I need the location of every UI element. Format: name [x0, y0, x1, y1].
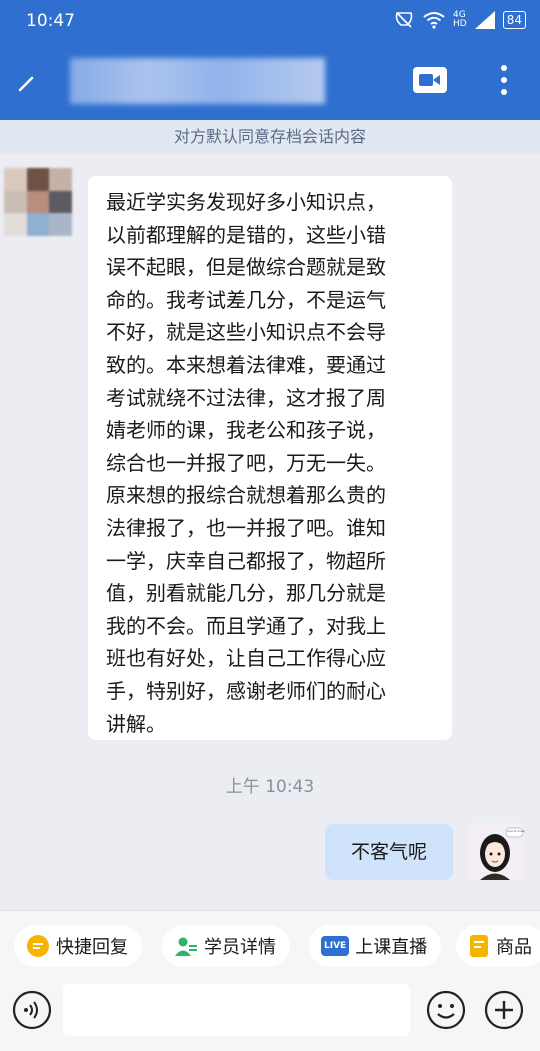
video-call-icon[interactable]: [412, 66, 448, 94]
received-message-line: 一学，庆幸自己都报了，物超所: [106, 548, 386, 573]
received-message-line: 讲解。: [106, 711, 166, 736]
products-button[interactable]: 商品: [456, 925, 540, 967]
plus-icon[interactable]: [484, 990, 524, 1030]
received-message-bubble[interactable]: 最近学实务发现好多小知识点， 以前都理解的是错的，这些小错 误不起眼，但是做综合题就…: [88, 176, 452, 740]
quick-reply-label: 快捷回复: [56, 937, 128, 958]
received-message-line: 原来想的报综合就想着那么贵的: [106, 483, 386, 508]
received-message-line: 命的。我考试差几分，不是运气: [106, 287, 386, 312]
student-details-label: 学员详情: [204, 937, 276, 958]
back-arrow-icon[interactable]: [14, 68, 42, 96]
received-message-line: 婧老师的课，我老公和孩子说，: [106, 418, 386, 443]
received-message-line: 值，别看就能几分，那几分就是: [106, 581, 386, 606]
network-indicator: 4G HD: [453, 11, 467, 29]
message-input-bar: [0, 980, 540, 1051]
message-timestamp: 上午 10:43: [225, 777, 315, 797]
status-icons: 4G HD 84: [393, 9, 526, 31]
live-class-label: 上课直播: [355, 937, 428, 958]
contact-avatar-blurred[interactable]: [4, 168, 72, 236]
received-message-line: 我的不会。而且学通了，对我上: [106, 613, 386, 638]
status-bar: 10:47 4G HD 84: [0, 0, 540, 44]
received-message-line: 手，特别好，感谢老师们的耐心: [106, 678, 386, 703]
chat-header: [0, 44, 540, 120]
received-message-text: 最近学实务发现好多小知识点， 以前都理解的是错的，这些小错 误不起眼，但是做综合题就…: [106, 186, 438, 740]
live-icon: LIVE: [321, 936, 350, 956]
status-time: 10:47: [26, 11, 75, 31]
more-options-icon[interactable]: [494, 62, 514, 98]
student-profile-icon: [175, 937, 197, 956]
quick-action-bar: 快捷回复 学员详情 LIVE 上课直播 商品: [0, 910, 540, 981]
received-message-line: 最近学实务发现好多小知识点，: [106, 190, 386, 214]
voice-input-icon[interactable]: [12, 990, 52, 1030]
received-message-line: 致的。本来想着法律难，要通过: [106, 352, 386, 377]
received-message-line: 考试就绕不过法律，这才报了周: [106, 385, 386, 410]
emoji-icon[interactable]: [426, 990, 466, 1030]
received-message-line: 误不起眼，但是做综合题就是致: [106, 255, 386, 280]
received-message-line: 法律报了，也一并报了吧。谁知: [106, 515, 386, 540]
notification-icon: [395, 12, 413, 28]
quick-reply-button[interactable]: 快捷回复: [14, 925, 142, 967]
hd-label: HD: [453, 19, 467, 29]
received-message-line: 不好，就是这些小知识点不会导: [106, 320, 386, 345]
received-message-line: 以前都理解的是错的，这些小错: [106, 222, 386, 247]
battery-level: 84: [502, 11, 526, 29]
sent-message-bubble[interactable]: 不客气呢: [325, 824, 453, 880]
wifi-icon: [423, 12, 445, 29]
live-class-button[interactable]: LIVE 上课直播: [309, 925, 442, 967]
received-message-line: 综合也一并报了吧，万无一失。: [106, 450, 386, 475]
received-message-line: 班也有好处，让自己工作得心应: [106, 646, 386, 671]
avatar-badge-text: nice to meet: [507, 829, 525, 833]
signal-icon: [474, 11, 495, 29]
student-details-button[interactable]: 学员详情: [162, 925, 290, 967]
quick-reply-icon: [27, 935, 49, 957]
products-label: 商品: [496, 937, 532, 958]
message-input[interactable]: [63, 984, 410, 1036]
contact-name-blurred: [70, 58, 325, 104]
user-avatar[interactable]: nice to meet: [468, 823, 525, 880]
archive-notice: 对方默认同意存档会话内容: [0, 120, 540, 154]
product-list-icon: [470, 935, 488, 957]
